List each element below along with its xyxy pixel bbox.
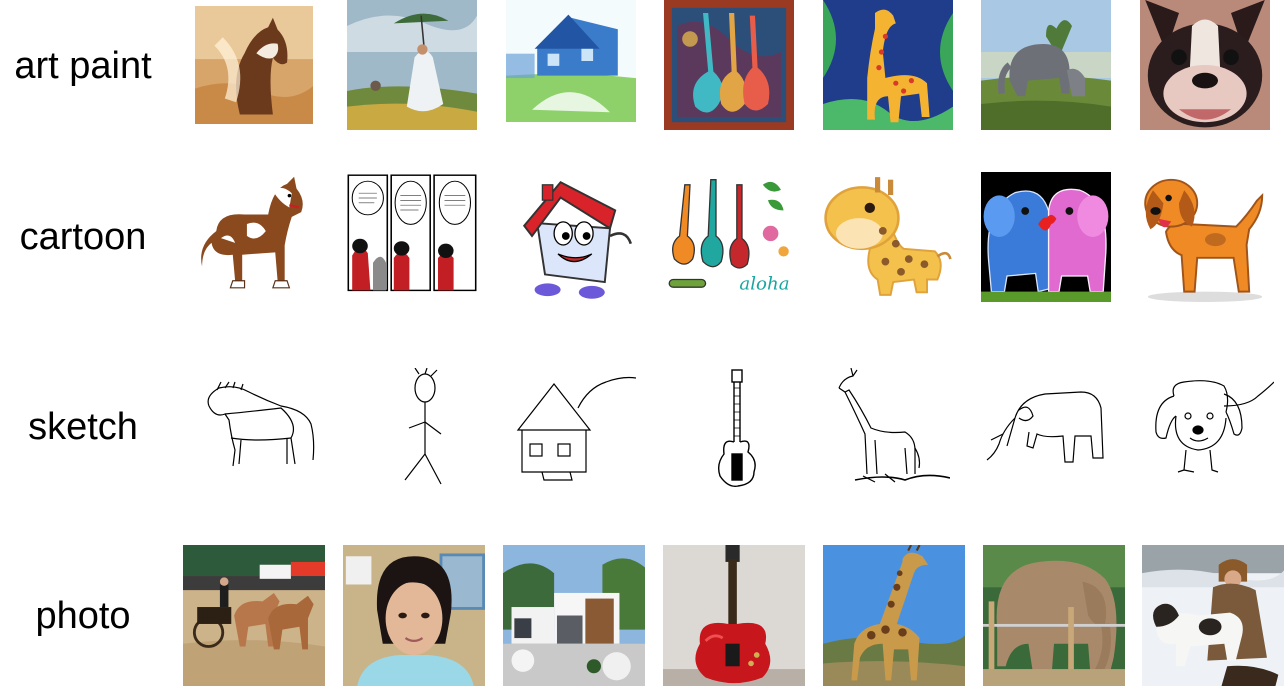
row-label-art-paint: art paint bbox=[14, 45, 152, 87]
elephant-painting-icon bbox=[981, 0, 1111, 130]
giraffe-painting-icon bbox=[823, 0, 953, 130]
woman-umbrella-painting-icon bbox=[347, 0, 477, 130]
row-label-photo: photo bbox=[35, 595, 131, 637]
horse-sketch-icon bbox=[195, 380, 325, 480]
giraffe-photo-icon bbox=[823, 545, 965, 686]
elephant-sketch-icon bbox=[985, 388, 1105, 468]
dog-sketch-icon bbox=[1150, 376, 1274, 480]
guitars-painting-icon bbox=[664, 0, 794, 130]
guitar-sketch-icon bbox=[712, 368, 762, 488]
cartoon-elephants-icon bbox=[981, 172, 1111, 302]
stick-figure-sketch-icon bbox=[385, 368, 455, 486]
portrait-photo-icon bbox=[343, 545, 485, 686]
cartoon-horse-icon bbox=[195, 172, 313, 302]
horse-carriage-photo-icon bbox=[183, 545, 325, 686]
dog-snow-photo-icon bbox=[1142, 545, 1284, 686]
red-guitar-photo-icon bbox=[663, 545, 805, 686]
modern-house-photo-icon bbox=[503, 545, 645, 686]
house-sketch-icon bbox=[514, 374, 636, 482]
comic-strip-icon bbox=[347, 174, 477, 294]
cartoon-dog-icon bbox=[1140, 172, 1270, 302]
svg-text:aloha: aloha bbox=[739, 274, 789, 295]
row-label-cartoon: cartoon bbox=[19, 216, 147, 258]
dog-painting-icon bbox=[1140, 0, 1270, 130]
elephant-photo-icon bbox=[983, 545, 1125, 686]
row-label-sketch: sketch bbox=[28, 406, 138, 448]
house-painting-icon bbox=[506, 0, 636, 122]
cartoon-house-icon bbox=[506, 172, 636, 300]
horse-painting-icon bbox=[195, 6, 313, 124]
cartoon-guitars-icon: aloha bbox=[664, 172, 794, 300]
cartoon-giraffe-icon bbox=[823, 172, 953, 300]
giraffe-sketch-icon bbox=[835, 368, 950, 488]
